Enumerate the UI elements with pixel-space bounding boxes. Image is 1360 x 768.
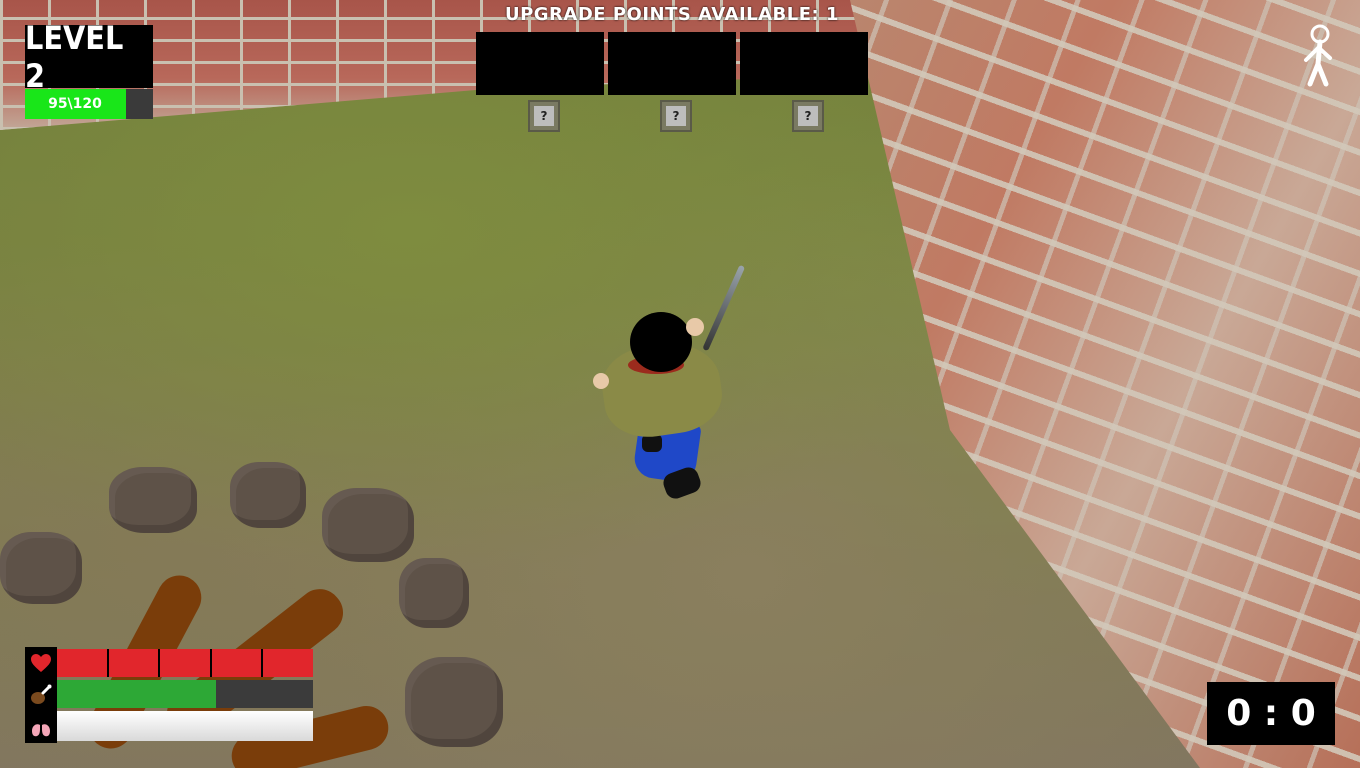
rock	[322, 488, 414, 562]
timer-text: 0 : 0	[1226, 693, 1316, 734]
xp-bar: 95\120	[25, 89, 153, 119]
health-segment	[263, 649, 313, 677]
upgrade-slot-1[interactable]	[476, 32, 604, 95]
upgrade-hint-button-2[interactable]: ?	[660, 100, 692, 132]
level-indicator: LEVEL 2	[25, 19, 153, 95]
hunger-bar	[57, 680, 313, 708]
level-label: LEVEL 2	[25, 18, 124, 95]
xp-text: 95\120	[48, 96, 102, 112]
player-head	[630, 312, 692, 372]
health-segment	[108, 649, 159, 677]
lungs-icon	[32, 719, 50, 737]
air-bar	[57, 711, 313, 741]
stat-icons-column	[25, 647, 57, 743]
hunger-bar-fill	[57, 680, 216, 708]
person-stance-icon[interactable]	[1300, 24, 1336, 88]
upgrade-hint-button-3[interactable]: ?	[792, 100, 824, 132]
rock	[0, 532, 82, 604]
health-segment	[57, 649, 107, 677]
rock	[109, 467, 197, 533]
question-icon: ?	[798, 106, 818, 126]
drumstick-icon	[31, 684, 52, 704]
health-segment	[160, 649, 210, 677]
rock	[405, 657, 503, 747]
rock	[399, 558, 469, 628]
upgrade-slot-2[interactable]	[608, 32, 736, 95]
rock	[230, 462, 306, 528]
upgrade-slot-3[interactable]	[740, 32, 868, 95]
health-bar	[57, 649, 313, 677]
player-hand	[593, 373, 609, 389]
player-hand	[686, 318, 704, 336]
heart-icon	[31, 654, 51, 672]
upgrade-points-title: UPGRADE POINTS AVAILABLE: 1	[504, 4, 840, 25]
question-icon: ?	[666, 106, 686, 126]
timer: 0 : 0	[1207, 682, 1335, 745]
question-icon: ?	[534, 106, 554, 126]
health-segment	[211, 649, 262, 677]
upgrade-hint-button-1[interactable]: ?	[528, 100, 560, 132]
